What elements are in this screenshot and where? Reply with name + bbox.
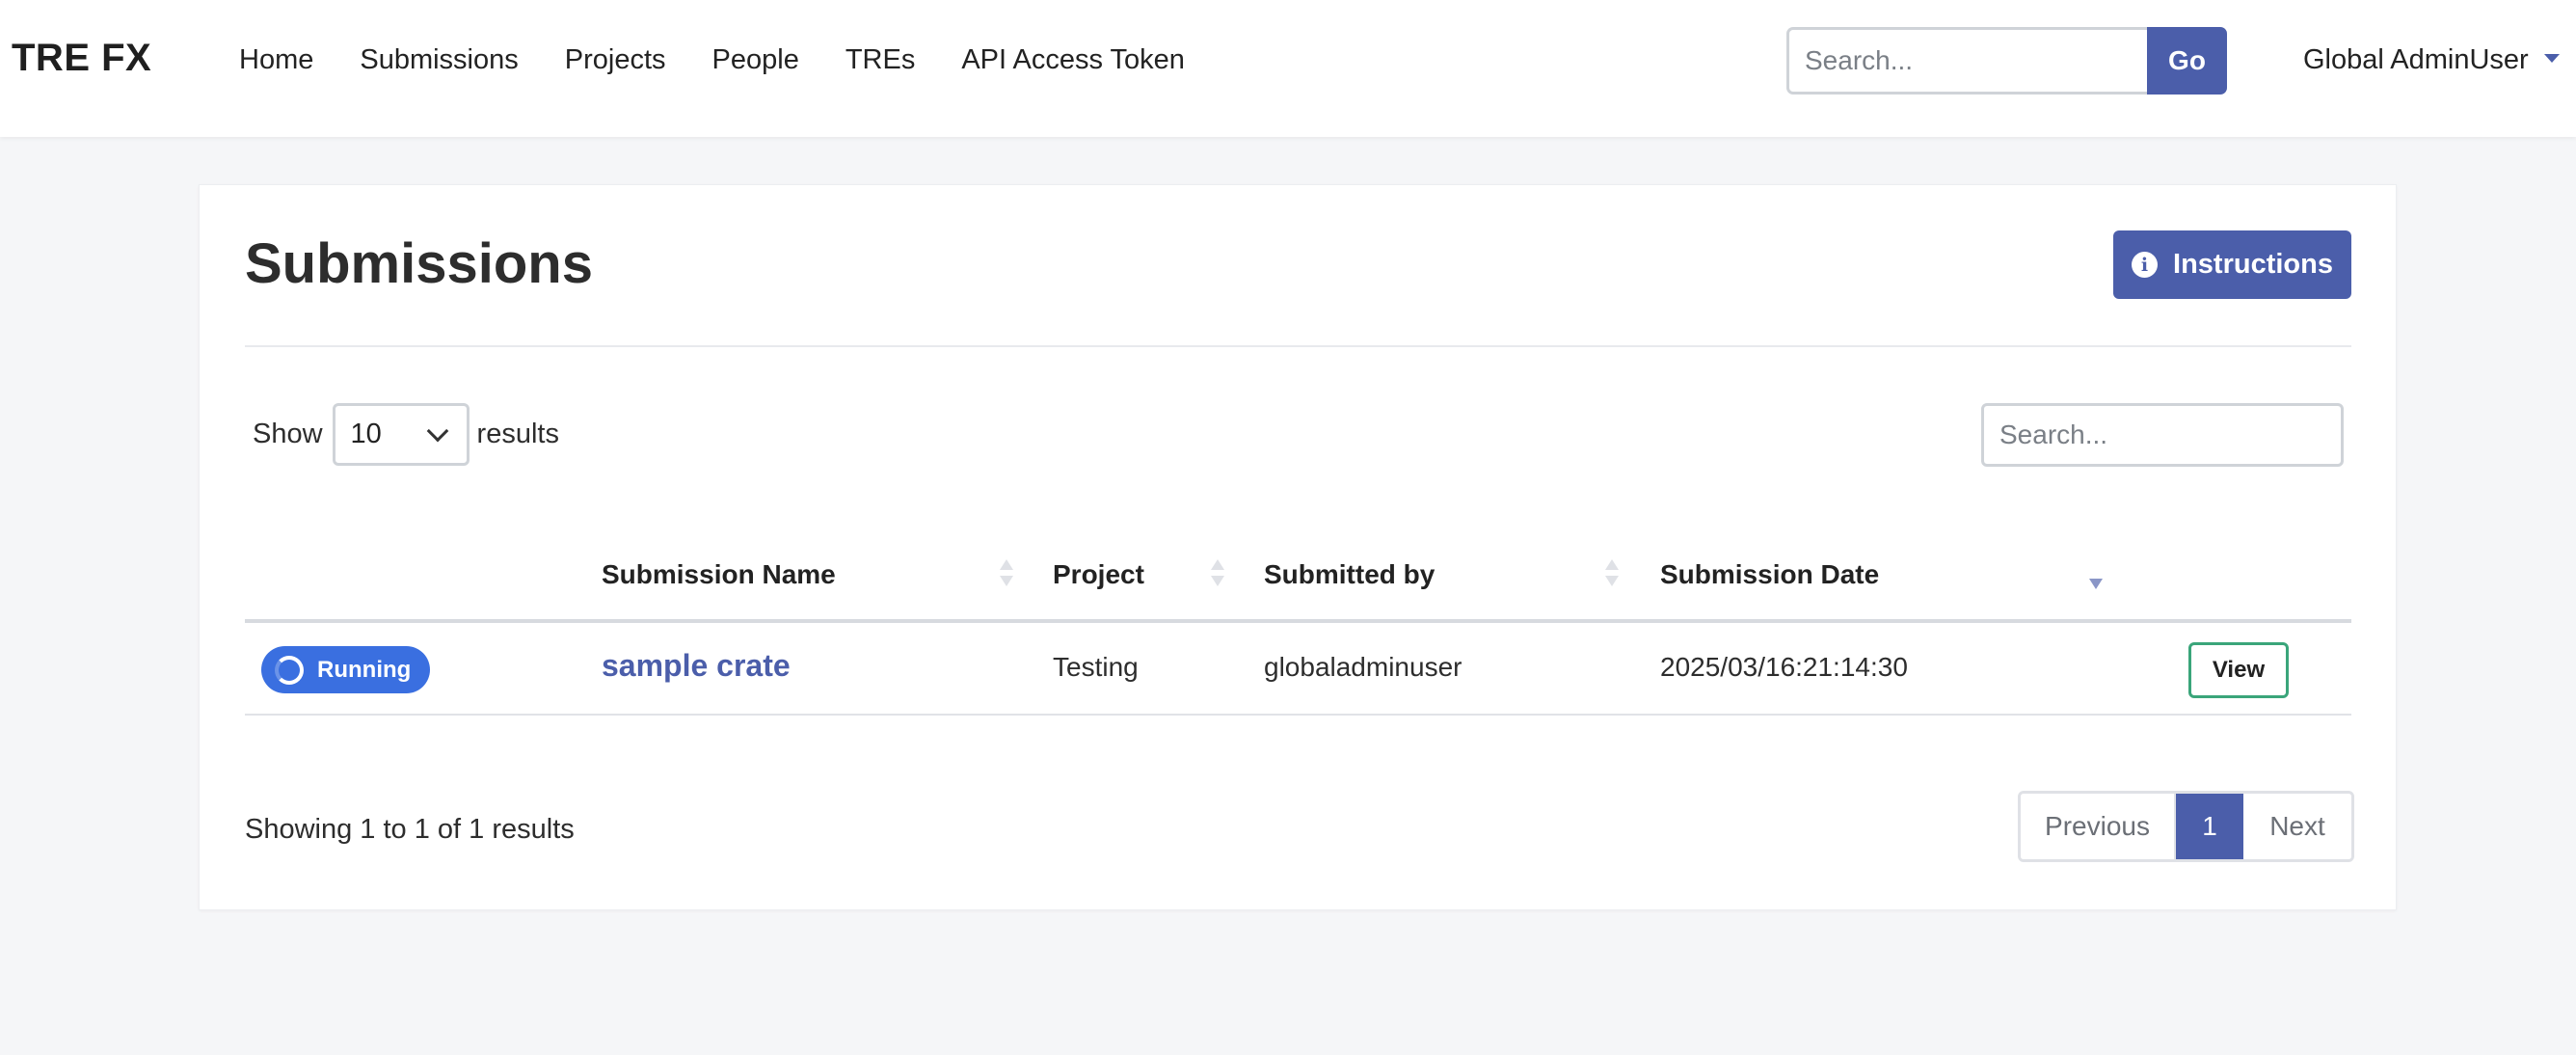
status-badge: Running — [261, 646, 430, 693]
column-header-submission-date[interactable]: Submission Date — [1660, 559, 1879, 590]
table-row: Running sample crate Testing globaladmin… — [245, 623, 2351, 716]
table-header: Submission Name Project Submitted by Sub… — [245, 542, 2351, 623]
submitted-by-cell: globaladminuser — [1264, 652, 1462, 682]
nav-people[interactable]: People — [712, 44, 799, 76]
sort-icon[interactable] — [1605, 557, 1619, 590]
table-search-input[interactable] — [1981, 403, 2344, 467]
column-header-project[interactable]: Project — [1053, 559, 1144, 590]
global-search-input[interactable] — [1786, 27, 2148, 95]
previous-page-button[interactable]: Previous — [2021, 794, 2176, 859]
caret-down-icon — [2543, 54, 2560, 63]
project-cell: Testing — [1053, 652, 1139, 682]
results-label: results — [476, 419, 559, 449]
main-nav: Home Submissions Projects People TREs AP… — [239, 44, 1231, 76]
instructions-button[interactable]: i Instructions — [2113, 230, 2351, 299]
submissions-card: Submissions i Instructions Show 10 resul… — [199, 184, 2397, 910]
column-header-submission-name[interactable]: Submission Name — [602, 559, 836, 590]
next-page-button[interactable]: Next — [2243, 794, 2351, 859]
view-button[interactable]: View — [2188, 642, 2289, 698]
nav-projects[interactable]: Projects — [565, 44, 666, 76]
pagination: Previous 1 Next — [2018, 791, 2354, 862]
instructions-label: Instructions — [2173, 249, 2333, 280]
brand-logo[interactable]: TRE FX — [12, 37, 151, 80]
info-icon: i — [2132, 252, 2159, 278]
nav-home[interactable]: Home — [239, 44, 313, 76]
column-header-submitted-by[interactable]: Submitted by — [1264, 559, 1435, 590]
nav-tres[interactable]: TREs — [845, 44, 916, 76]
chevron-down-icon — [426, 419, 448, 442]
table-info: Showing 1 to 1 of 1 results — [245, 814, 575, 845]
page-length-control: Show 10 results — [253, 403, 559, 466]
submissions-table: Submission Name Project Submitted by Sub… — [245, 542, 2351, 716]
spinner-icon — [275, 655, 304, 685]
page-length-value: 10 — [350, 419, 382, 449]
user-menu[interactable]: Global AdminUser — [2303, 44, 2560, 76]
page-length-select[interactable]: 10 — [332, 403, 470, 466]
submission-date-cell: 2025/03/16:21:14:30 — [1660, 652, 1908, 682]
nav-api-access-token[interactable]: API Access Token — [961, 44, 1185, 76]
sort-icon[interactable] — [1000, 557, 1013, 590]
global-search-go-button[interactable]: Go — [2147, 27, 2227, 95]
show-label: Show — [253, 419, 323, 449]
user-name: Global AdminUser — [2303, 44, 2529, 75]
title-divider — [245, 345, 2351, 347]
nav-submissions[interactable]: Submissions — [360, 44, 518, 76]
submission-name-link[interactable]: sample crate — [602, 648, 791, 684]
page-title: Submissions — [245, 232, 593, 295]
status-label: Running — [317, 656, 412, 683]
sort-desc-icon[interactable] — [2089, 557, 2103, 590]
page-1-button[interactable]: 1 — [2176, 794, 2243, 859]
sort-icon[interactable] — [1211, 557, 1224, 590]
top-navbar: TRE FX Home Submissions Projects People … — [0, 0, 2576, 137]
